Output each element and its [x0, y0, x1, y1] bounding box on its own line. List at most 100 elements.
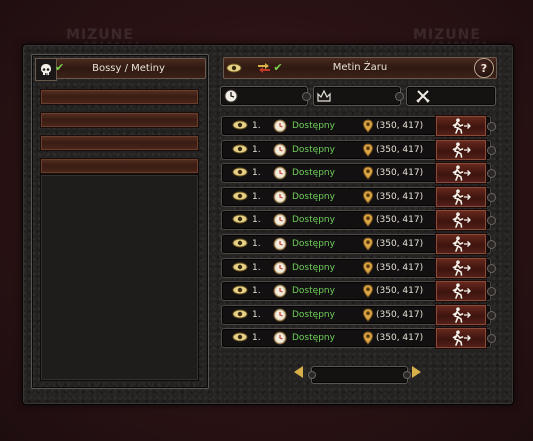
- eye-icon[interactable]: [232, 261, 248, 279]
- row-knob: [487, 145, 496, 155]
- teleport-button[interactable]: [435, 280, 487, 303]
- status-text: Dostępny: [292, 262, 335, 273]
- coordinates: (350, 417): [376, 309, 424, 320]
- clock-icon: [273, 119, 287, 140]
- next-page-arrow-icon[interactable]: [412, 366, 421, 378]
- teleport-button[interactable]: [435, 115, 487, 137]
- clock-icon: [221, 86, 241, 106]
- eye-icon[interactable]: [232, 213, 248, 231]
- location-pin-icon: [362, 331, 374, 352]
- clock-icon: [273, 143, 287, 164]
- coordinates: (350, 417): [376, 121, 424, 131]
- eye-icon[interactable]: [232, 143, 248, 161]
- running-man-icon: [450, 236, 472, 252]
- boss-list-title-bar: ✔ Bossy / Metiny: [35, 58, 206, 81]
- boss-list-title: Bossy / Metiny: [92, 63, 165, 74]
- channel-number: 1.: [252, 262, 261, 273]
- channel-number: 1.: [252, 239, 261, 249]
- channel-number: 1.: [252, 215, 261, 226]
- pager-knob: [308, 371, 316, 379]
- column-header-time[interactable]: [220, 86, 311, 106]
- check-icon[interactable]: ✔: [268, 57, 288, 79]
- location-pin-icon: [362, 119, 374, 140]
- coordinates: (350, 417): [376, 144, 424, 155]
- row-knob: [487, 240, 496, 249]
- teleport-button[interactable]: [435, 327, 487, 350]
- metin-row: 1. Dostępny (350, 417): [221, 280, 496, 303]
- location-pin-icon: [362, 166, 374, 187]
- column-header-boss[interactable]: [313, 86, 404, 106]
- eye-icon[interactable]: [232, 237, 248, 255]
- eye-icon[interactable]: [232, 119, 248, 137]
- boss-list-area: [40, 174, 199, 381]
- filter-bar[interactable]: [40, 135, 199, 151]
- teleport-button[interactable]: [435, 233, 487, 255]
- skull-icon: [35, 58, 57, 81]
- status-text: Dostępny: [292, 144, 335, 155]
- running-man-icon: [450, 283, 472, 299]
- metin-row: 1. Dostępny (350, 417): [221, 327, 496, 350]
- location-pin-icon: [362, 308, 374, 329]
- eye-icon[interactable]: [232, 308, 248, 326]
- status-text: Dostępny: [292, 121, 335, 131]
- metin-title: Metin Żaru: [332, 62, 388, 73]
- clock-icon: [273, 237, 287, 258]
- channel-number: 1.: [252, 121, 261, 131]
- running-man-icon: [450, 330, 472, 347]
- help-button[interactable]: ?: [474, 58, 494, 78]
- channel-number: 1.: [252, 144, 261, 155]
- coordinates: (350, 417): [376, 333, 424, 344]
- running-man-icon: [450, 165, 472, 181]
- teleport-button[interactable]: [435, 138, 487, 161]
- location-pin-icon: [362, 237, 374, 258]
- location-pin-icon: [362, 213, 374, 234]
- location-pin-icon: [362, 261, 374, 282]
- teleport-button[interactable]: [435, 162, 487, 185]
- location-pin-icon: [362, 190, 374, 211]
- metin-row: 1. Dostępny (350, 417): [221, 185, 496, 208]
- metin-row: 1. Dostępny (350, 417): [221, 303, 496, 326]
- channel-number: 1.: [252, 333, 261, 344]
- column-knob: [395, 92, 404, 101]
- filter-bar[interactable]: [40, 112, 199, 128]
- check-icon[interactable]: ✔: [55, 61, 64, 75]
- clock-icon: [273, 213, 287, 234]
- eye-icon[interactable]: [232, 166, 248, 184]
- status-text: Dostępny: [292, 333, 335, 344]
- channel-number: 1.: [252, 309, 261, 320]
- teleport-button[interactable]: [435, 256, 487, 279]
- metin-row: 1. Dostępny (350, 417): [221, 256, 496, 279]
- running-man-icon: [450, 118, 472, 134]
- running-man-icon: [450, 259, 472, 276]
- prev-page-arrow-icon[interactable]: [294, 366, 303, 378]
- channel-number: 1.: [252, 286, 261, 297]
- row-knob: [487, 122, 496, 131]
- page-indicator: [308, 366, 411, 384]
- location-pin-icon: [362, 284, 374, 305]
- location-pin-icon: [362, 143, 374, 164]
- eye-icon[interactable]: [232, 190, 248, 208]
- running-man-icon: [450, 189, 472, 205]
- eye-icon[interactable]: [224, 57, 244, 79]
- row-knob: [487, 263, 496, 273]
- pager-knob: [403, 371, 411, 379]
- filter-bar[interactable]: [40, 158, 199, 174]
- teleport-button[interactable]: [435, 303, 487, 326]
- column-knob: [302, 92, 311, 101]
- channel-number: 1.: [252, 191, 261, 202]
- teleport-button[interactable]: [435, 185, 487, 208]
- eye-icon[interactable]: [232, 331, 248, 349]
- coordinates: (350, 417): [376, 286, 424, 297]
- eye-icon[interactable]: [232, 284, 248, 302]
- filter-bar[interactable]: [40, 89, 199, 105]
- column-header-action[interactable]: [406, 86, 496, 106]
- metin-row: 1. Dostępny (350, 417): [221, 233, 496, 255]
- metin-row: 1. Dostępny (350, 417): [221, 209, 496, 232]
- status-text: Dostępny: [292, 191, 335, 202]
- status-text: Dostępny: [292, 286, 335, 297]
- teleport-button[interactable]: [435, 209, 487, 232]
- running-man-icon: [450, 212, 472, 229]
- metin-row: 1. Dostępny (350, 417): [221, 115, 496, 137]
- row-knob: [487, 192, 496, 202]
- clock-icon: [273, 190, 287, 211]
